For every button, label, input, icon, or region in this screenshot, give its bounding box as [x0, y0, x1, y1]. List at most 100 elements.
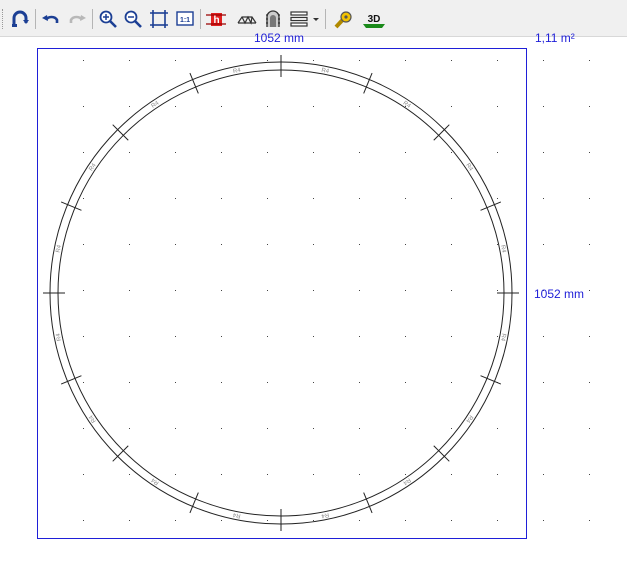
grid-dot [175, 244, 176, 245]
grid-dot [451, 382, 452, 383]
track-plan[interactable]: R4R4R4R4R4R4R4R4R4R4R4R4 R4R4R4R4 [0, 37, 627, 572]
bridge-button[interactable] [236, 8, 258, 30]
grid-dot [267, 198, 268, 199]
grid-dot [405, 428, 406, 429]
redo-button[interactable] [66, 8, 88, 30]
track-joint[interactable] [480, 375, 502, 385]
redo-icon [69, 15, 86, 23]
track-joint[interactable] [189, 72, 199, 94]
grid-dot [129, 244, 130, 245]
grid-dot [451, 520, 452, 521]
grid-dot [313, 244, 314, 245]
grid-dot [359, 290, 360, 291]
grid-dot [451, 244, 452, 245]
grid-dot [221, 336, 222, 337]
track-joint[interactable] [60, 375, 82, 385]
toolbar-grip[interactable] [2, 9, 6, 29]
view-3d-icon: 3D [363, 14, 385, 28]
zoom-out-button[interactable] [122, 8, 144, 30]
grid-dot [83, 474, 84, 475]
grid-dot [451, 198, 452, 199]
tunnel-icon [266, 10, 280, 27]
grid-dot [267, 474, 268, 475]
track-joint[interactable] [480, 201, 502, 211]
grid-dot [359, 520, 360, 521]
grid-dot [313, 198, 314, 199]
height-marker-button[interactable]: h [205, 8, 227, 30]
grid-dot [129, 198, 130, 199]
undo-button[interactable] [40, 8, 62, 30]
grid-dot [359, 60, 360, 61]
grid-dot [129, 520, 130, 521]
grid-dot [589, 152, 590, 153]
height-marker-label: h [213, 15, 219, 26]
grid-dot [405, 336, 406, 337]
grid-dot [313, 474, 314, 475]
fit-to-window-button[interactable] [148, 8, 170, 30]
grid-dot [359, 152, 360, 153]
grid-dot [313, 106, 314, 107]
grid-dot [451, 336, 452, 337]
layout-canvas[interactable]: R4 R4 R4 R4 R4 R4 R4 R4 R4 R4 R4 R4 R4 R4 R4 R4 1052 mm… [0, 31, 627, 572]
grid-dot [175, 290, 176, 291]
toolbar: 1:1 h 3D [0, 0, 627, 37]
zoom-1-1-button[interactable]: 1:1 [174, 8, 196, 30]
measure-tape-icon [334, 11, 352, 29]
grid-dot [451, 290, 452, 291]
track-joint[interactable] [363, 72, 373, 94]
grid-dot [83, 244, 84, 245]
grid-dot [221, 152, 222, 153]
grid-dot [497, 428, 498, 429]
grid-dot [129, 106, 130, 107]
grid-dot [221, 428, 222, 429]
measure-tape-button[interactable] [332, 8, 354, 30]
grid-dot [267, 520, 268, 521]
track-joint[interactable] [363, 492, 373, 514]
grid-dot [313, 152, 314, 153]
grid-dot [313, 428, 314, 429]
grid-dot [405, 474, 406, 475]
undo-icon [42, 15, 59, 23]
layers-icon [290, 11, 308, 27]
track-circle[interactable] [43, 55, 519, 531]
grid-dot [129, 152, 130, 153]
grid-dot [267, 152, 268, 153]
grid-dot [221, 520, 222, 521]
grid-dot [451, 428, 452, 429]
grid-dot [175, 336, 176, 337]
track-joint[interactable] [189, 492, 199, 514]
grid-dot [267, 60, 268, 61]
grid-dot [267, 244, 268, 245]
grid-dot [359, 106, 360, 107]
grid-dot [497, 198, 498, 199]
grid-dot [451, 60, 452, 61]
grid-dot [175, 198, 176, 199]
grid-dot [405, 60, 406, 61]
grid-dot [543, 244, 544, 245]
grid-dot [497, 520, 498, 521]
layers-button[interactable] [288, 8, 310, 30]
grid-dot [221, 60, 222, 61]
grid-dot [83, 152, 84, 153]
grid-dot [83, 382, 84, 383]
grid-dot [589, 106, 590, 107]
grid-dot [267, 290, 268, 291]
grid-dot [267, 382, 268, 383]
grid-dot [589, 520, 590, 521]
grid-dot [589, 474, 590, 475]
zoom-out-icon [124, 10, 142, 28]
grid-dot [405, 520, 406, 521]
track-joint[interactable] [60, 201, 82, 211]
tunnel-button[interactable] [262, 8, 284, 30]
grid-dot [129, 382, 130, 383]
grid-dot [83, 106, 84, 107]
undo-history-button[interactable] [9, 8, 31, 30]
grid-dot [129, 474, 130, 475]
zoom-in-button[interactable] [97, 8, 119, 30]
layers-dropdown-button[interactable] [311, 8, 321, 30]
grid-dot [497, 244, 498, 245]
grid-dot [589, 336, 590, 337]
view-3d-button[interactable]: 3D [362, 8, 386, 30]
grid-dot [313, 60, 314, 61]
grid-dot [405, 382, 406, 383]
